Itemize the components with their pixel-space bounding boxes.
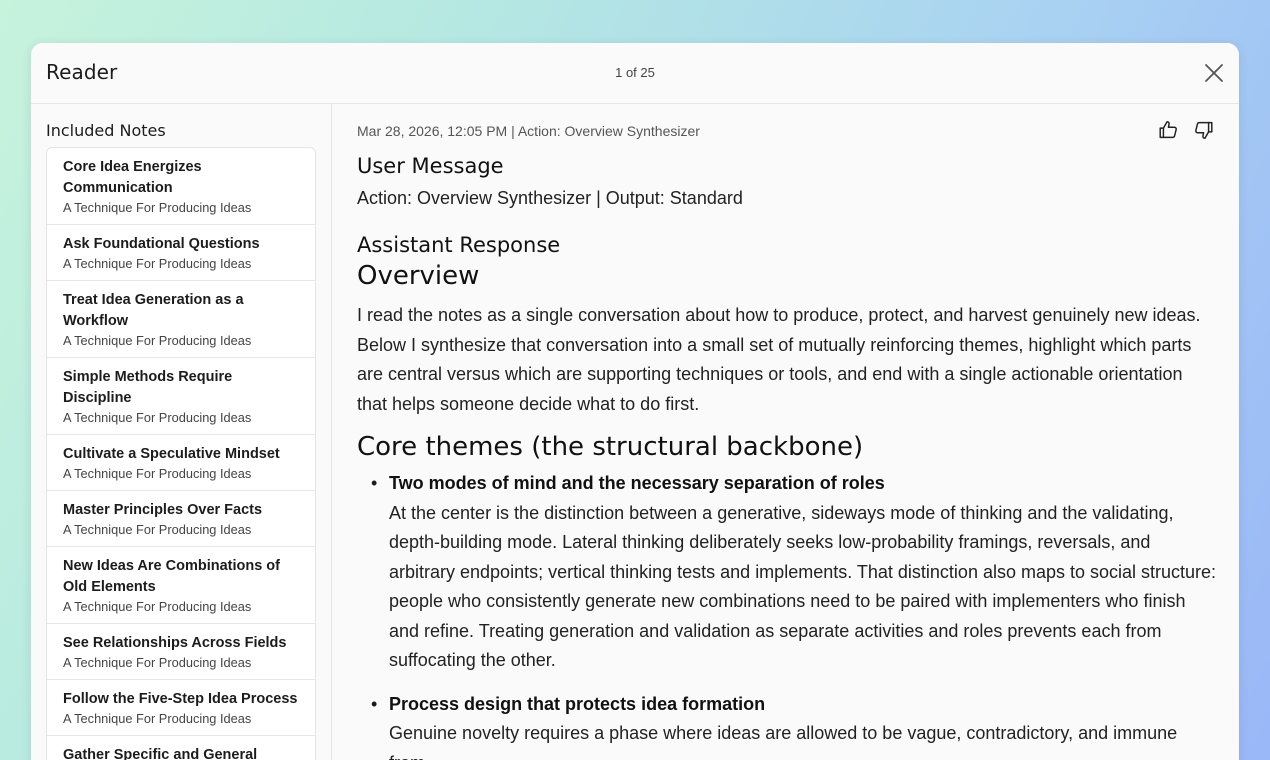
note-source: A Technique For Producing Ideas [63,410,252,425]
note-title: Follow the Five-Step Idea Process [63,691,298,707]
user-message-heading: User Message [357,154,504,178]
note-item[interactable]: Gather Specific and General [47,736,315,760]
note-source: A Technique For Producing Ideas [63,599,252,614]
note-source: A Technique For Producing Ideas [63,522,252,537]
note-item[interactable]: Cultivate a Speculative Mindset A Techni… [47,435,315,491]
sidebar-title: Included Notes [46,121,166,140]
user-message-text: Action: Overview Synthesizer | Output: S… [357,188,743,208]
note-source: A Technique For Producing Ideas [63,711,252,726]
note-title: New Ideas Are Combinations of Old Elemen… [63,558,280,595]
note-item[interactable]: Simple Methods Require Discipline A Tech… [47,358,315,435]
page-counter: 1 of 25 [615,65,655,80]
note-item[interactable]: See Relationships Across Fields A Techni… [47,624,315,680]
note-source: A Technique For Producing Ideas [63,333,252,348]
note-title: Simple Methods Require Discipline [63,369,233,406]
note-title: See Relationships Across Fields [63,635,287,651]
note-item[interactable]: New Ideas Are Combinations of Old Elemen… [47,547,315,624]
reader-header: Reader 1 of 25 [31,43,1239,104]
note-source: A Technique For Producing Ideas [63,466,252,481]
overview-heading: Overview [357,261,480,291]
note-title: Gather Specific and General [63,747,258,760]
thumbs-up-button[interactable] [1157,119,1179,141]
note-item[interactable]: Ask Foundational Questions A Technique F… [47,225,315,281]
thumbs-down-icon [1195,121,1213,139]
note-title: Master Principles Over Facts [63,502,263,518]
close-button[interactable] [1203,62,1225,84]
reader-window: Reader 1 of 25 Included Notes Core Idea … [31,43,1239,760]
theme-item: • Process design that protects idea form… [357,690,1217,760]
assistant-response-heading: Assistant Response [357,233,561,257]
note-item[interactable]: Master Principles Over Facts A Technique… [47,491,315,547]
note-title: Cultivate a Speculative Mindset [63,446,280,462]
theme-title: Process design that protects idea format… [389,693,766,714]
notes-sidebar: Included Notes Core Idea Energizes Commu… [31,104,332,760]
bullet-marker: • [371,693,378,714]
theme-title: Two modes of mind and the necessary sepa… [389,473,885,493]
theme-item: • Two modes of mind and the necessary se… [357,469,1217,676]
note-item[interactable]: Follow the Five-Step Idea Process A Tech… [47,680,315,736]
bullet-marker: • [371,473,378,493]
thumbs-down-button[interactable] [1193,119,1215,141]
theme-body: At the center is the distinction between… [389,502,1217,671]
overview-paragraph: I read the notes as a single conversatio… [357,305,1201,414]
close-icon [1205,64,1223,82]
message-body: User Message Action: Overview Synthesize… [357,154,1217,760]
message-meta: Mar 28, 2026, 12:05 PM | Action: Overvie… [357,123,700,139]
note-title: Ask Foundational Questions [63,236,260,252]
core-themes-heading: Core themes (the structural backbone) [357,432,864,462]
notes-list[interactable]: Core Idea Energizes Communication A Tech… [46,147,316,760]
note-item[interactable]: Core Idea Energizes Communication A Tech… [47,148,315,225]
thumbs-up-icon [1159,121,1177,139]
theme-body: Genuine novelty requires a phase where i… [389,723,1178,760]
note-source: A Technique For Producing Ideas [63,655,252,670]
note-item[interactable]: Treat Idea Generation as a Workflow A Te… [47,281,315,358]
note-title: Core Idea Energizes Communication [63,159,202,196]
note-source: A Technique For Producing Ideas [63,200,252,215]
note-source: A Technique For Producing Ideas [63,256,252,271]
reader-content-pane: Mar 28, 2026, 12:05 PM | Action: Overvie… [333,104,1239,760]
themes-list: • Two modes of mind and the necessary se… [357,469,1217,760]
note-title: Treat Idea Generation as a Workflow [63,292,244,329]
